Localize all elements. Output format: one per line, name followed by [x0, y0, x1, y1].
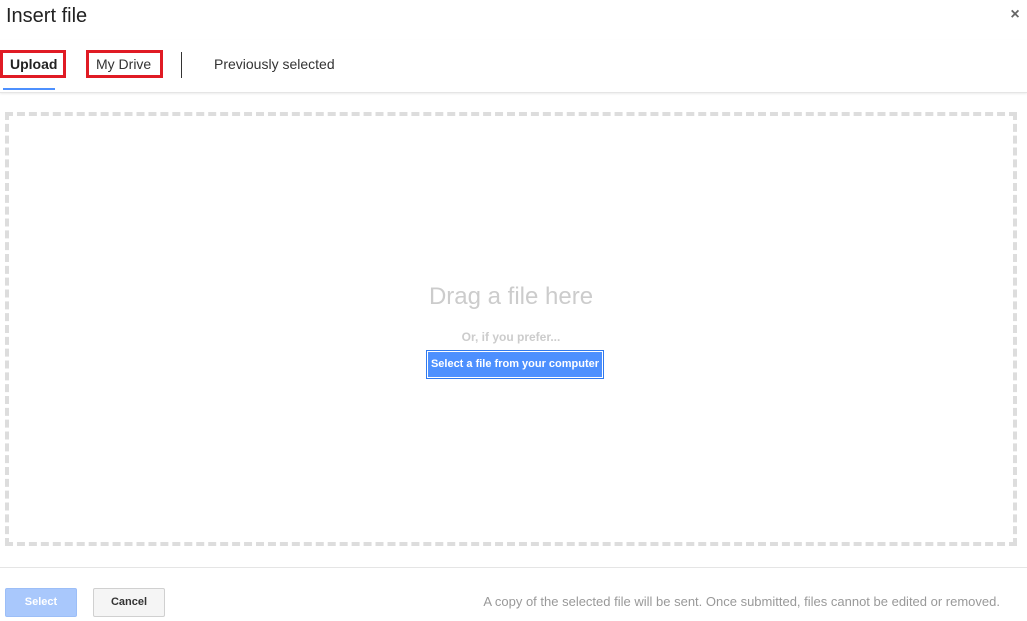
footer-divider: [0, 567, 1027, 568]
tab-bar: Upload My Drive Previously selected: [0, 40, 1027, 93]
drop-zone-heading: Drag a file here: [428, 283, 594, 310]
tab-previously-selected[interactable]: Previously selected: [214, 50, 335, 78]
tab-my-drive[interactable]: My Drive: [86, 50, 163, 78]
tab-divider: [181, 52, 182, 78]
file-drop-zone[interactable]: Drag a file here Or, if you prefer... Se…: [5, 112, 1017, 546]
dialog-title: Insert file: [6, 5, 88, 27]
drop-zone-alt-text: Or, if you prefer...: [461, 330, 561, 344]
insert-file-dialog: Insert file × Upload My Drive Previously…: [0, 0, 1027, 621]
tab-upload[interactable]: Upload: [0, 50, 66, 78]
footer-note: A copy of the selected file will be sent…: [483, 594, 1000, 609]
close-icon[interactable]: ×: [1007, 6, 1023, 24]
cancel-button[interactable]: Cancel: [93, 588, 165, 617]
tab-selected-indicator: [3, 88, 55, 90]
select-file-from-computer-button[interactable]: Select a file from your computer: [426, 350, 604, 379]
select-button[interactable]: Select: [5, 588, 77, 617]
